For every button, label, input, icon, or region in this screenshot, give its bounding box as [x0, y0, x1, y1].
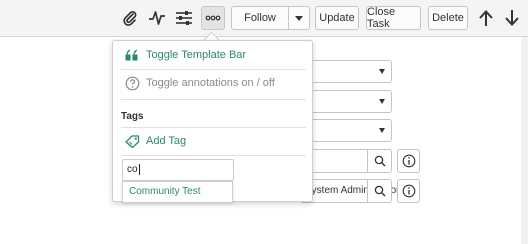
follow-options-button[interactable]: [288, 6, 310, 30]
info-icon: [402, 184, 415, 198]
tag-name-input[interactable]: co: [122, 159, 234, 181]
tag-input-text: co: [127, 164, 138, 175]
form-header-toolbar: Follow Update Close Task Delete: [0, 0, 528, 37]
attachment-icon[interactable]: [119, 7, 141, 29]
text-cursor: [138, 163, 140, 175]
lookup-search-button[interactable]: [367, 149, 392, 173]
chevron-down-icon: [379, 69, 385, 74]
help-question-icon: [123, 74, 141, 92]
add-tag-label: Add Tag: [146, 135, 187, 147]
tags-section-heading: Tags: [121, 111, 144, 122]
form-select-1[interactable]: [300, 60, 392, 83]
menu-divider: [121, 127, 306, 128]
more-options-icon: [205, 15, 221, 21]
reference-info-button[interactable]: [397, 179, 420, 203]
quote-icon: [123, 46, 141, 64]
tag-icon: [123, 132, 141, 150]
toggle-annotations-label: Toggle annotations on / off: [146, 77, 275, 89]
form-select-2[interactable]: [300, 90, 392, 113]
previous-record-arrow-up-icon[interactable]: [476, 8, 496, 28]
caret-down-icon: [295, 15, 303, 21]
scrollbar[interactable]: [521, 37, 528, 244]
chevron-down-icon: [379, 128, 385, 133]
search-icon: [374, 185, 385, 197]
menu-divider: [121, 99, 306, 100]
search-icon: [374, 155, 385, 167]
more-options-menu: Toggle Template Bar Toggle annotations o…: [112, 40, 313, 202]
tag-suggestion-item[interactable]: Community Test: [122, 181, 233, 203]
info-icon: [402, 154, 415, 168]
personalize-sliders-icon[interactable]: [173, 7, 195, 29]
chevron-down-icon: [379, 99, 385, 104]
more-options-button[interactable]: [201, 6, 225, 30]
toggle-template-bar-item[interactable]: Toggle Template Bar: [123, 45, 246, 65]
update-button[interactable]: Update: [315, 6, 359, 30]
form-select-3[interactable]: [300, 119, 392, 142]
delete-button[interactable]: Delete: [428, 6, 468, 30]
toggle-template-bar-label: Toggle Template Bar: [146, 49, 247, 61]
next-record-arrow-down-icon[interactable]: [502, 8, 522, 28]
menu-divider: [121, 155, 306, 156]
close-task-button[interactable]: Close Task: [366, 6, 421, 30]
reference-info-button[interactable]: [397, 149, 420, 173]
toggle-annotations-item[interactable]: Toggle annotations on / off: [123, 73, 275, 93]
lookup-search-button[interactable]: [367, 179, 392, 203]
add-tag-item[interactable]: Add Tag: [123, 131, 186, 151]
activity-stream-icon[interactable]: [146, 7, 168, 29]
menu-divider: [121, 69, 306, 70]
follow-button[interactable]: Follow: [231, 6, 289, 30]
